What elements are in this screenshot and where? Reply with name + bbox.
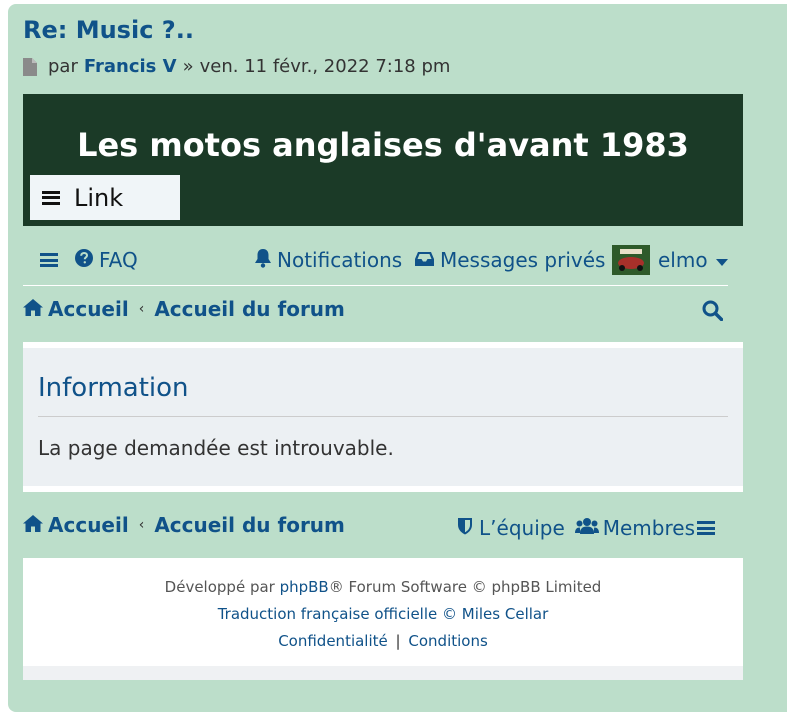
user-avatar <box>612 245 650 275</box>
user-menu[interactable]: elmo <box>612 242 728 278</box>
by-label: par <box>48 56 78 77</box>
breadcrumb-home-link[interactable]: Accueil <box>48 513 129 537</box>
post-title[interactable]: Re: Music ?.. <box>23 16 194 44</box>
team-link[interactable]: L’équipe <box>457 516 565 540</box>
inbox-icon <box>415 248 434 272</box>
home-icon <box>23 297 43 321</box>
navbar-header: FAQ Notifications Messages privés elmo <box>23 242 743 278</box>
copyright-footer: Développé par phpBB® Forum Software © ph… <box>23 554 743 680</box>
private-messages-link[interactable]: Messages privés <box>415 242 605 278</box>
phpbb-link[interactable]: phpBB <box>280 578 329 596</box>
translation-link[interactable]: Traduction française officielle © Miles … <box>23 605 743 623</box>
byline-separator: » <box>182 56 194 77</box>
copyright-line: Développé par phpBB® Forum Software © ph… <box>23 578 743 596</box>
info-message: La page demandée est introuvable. <box>38 436 394 460</box>
notifications-link[interactable]: Notifications <box>254 242 402 278</box>
private-messages-label: Messages privés <box>440 248 606 272</box>
breadcrumb-forum-link[interactable]: Accueil du forum <box>154 513 345 537</box>
faq-link[interactable]: FAQ <box>75 242 138 278</box>
shield-icon <box>457 516 473 540</box>
hamburger-icon <box>42 190 60 205</box>
breadcrumb-top: Accueil ‹ Accueil du forum <box>23 297 345 321</box>
search-icon <box>702 300 723 325</box>
link-menu-label: Link <box>74 183 124 212</box>
team-label: L’équipe <box>479 516 565 540</box>
faq-label: FAQ <box>99 248 138 272</box>
username-label: elmo <box>658 248 708 272</box>
breadcrumb-arrow-icon: ‹ <box>138 301 145 317</box>
navbar-divider <box>23 285 728 286</box>
breadcrumb-home-link[interactable]: Accueil <box>48 297 129 321</box>
footer-bottom-strip <box>23 666 743 680</box>
bell-icon <box>254 248 272 273</box>
members-label: Membres <box>602 516 695 540</box>
post-byline: par Francis V » ven. 11 févr., 2022 7:18… <box>23 56 450 77</box>
info-heading: Information <box>38 373 189 403</box>
info-panel: Information La page demandée est introuv… <box>23 342 743 492</box>
footer-nav: L’équipe Membres <box>457 516 715 540</box>
site-title: Les motos anglaises d'avant 1983 <box>77 126 689 164</box>
copyright-suffix: ® Forum Software © phpBB Limited <box>328 578 602 596</box>
caret-down-icon <box>715 248 728 272</box>
terms-link[interactable]: Conditions <box>408 632 487 650</box>
users-icon <box>574 516 599 540</box>
home-icon <box>23 513 43 537</box>
document-icon <box>23 57 37 76</box>
notifications-label: Notifications <box>277 248 403 272</box>
breadcrumb-forum-link[interactable]: Accueil du forum <box>154 297 345 321</box>
policy-links: Confidentialité | Conditions <box>23 632 743 650</box>
site-banner: Les motos anglaises d'avant 1983 Link <box>23 94 743 226</box>
info-divider <box>38 416 728 417</box>
privacy-link[interactable]: Confidentialité <box>278 632 388 650</box>
hamburger-icon <box>697 521 715 535</box>
policy-separator: | <box>395 632 401 650</box>
search-button[interactable] <box>702 300 723 325</box>
link-menu-button[interactable]: Link <box>30 175 180 220</box>
breadcrumb-arrow-icon: ‹ <box>138 517 145 533</box>
post-container: Re: Music ?.. par Francis V » ven. 11 fé… <box>8 4 787 712</box>
post-date: ven. 11 févr., 2022 7:18 pm <box>199 56 451 77</box>
quick-links-menu[interactable] <box>40 242 58 278</box>
members-link[interactable]: Membres <box>574 516 715 540</box>
question-circle-icon <box>75 248 93 272</box>
hamburger-icon <box>40 253 58 267</box>
breadcrumb-bottom: Accueil ‹ Accueil du forum <box>23 513 345 537</box>
copyright-prefix: Développé par <box>164 578 280 596</box>
author-link[interactable]: Francis V <box>84 56 177 77</box>
